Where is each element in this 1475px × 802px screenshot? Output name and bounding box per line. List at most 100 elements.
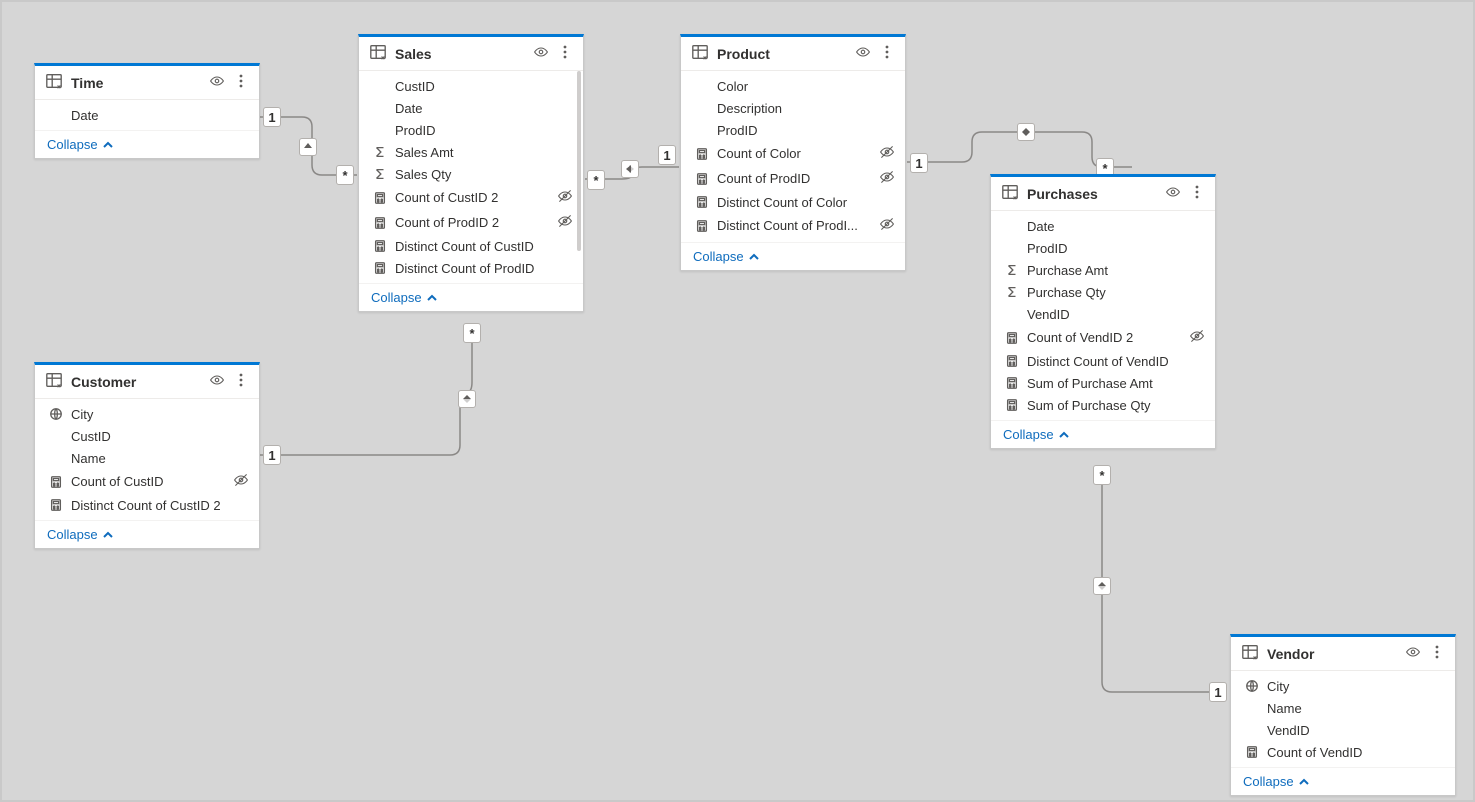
field-row[interactable]: City xyxy=(35,403,259,425)
field-type-icon xyxy=(695,171,709,187)
more-options-icon[interactable] xyxy=(1429,644,1445,663)
field-row[interactable]: Distinct Count of VendID xyxy=(991,350,1215,372)
visibility-icon[interactable] xyxy=(209,73,225,92)
table-time[interactable]: TimeDateCollapse xyxy=(34,63,260,159)
collapse-button[interactable]: Collapse xyxy=(681,242,905,270)
field-row[interactable]: Distinct Count of ProdI... xyxy=(681,213,905,238)
table-vendor[interactable]: VendorCityNameVendIDCount of VendIDColla… xyxy=(1230,634,1456,796)
more-options-icon[interactable] xyxy=(557,44,573,63)
table-sales[interactable]: SalesCustIDDateProdIDSales AmtSales QtyC… xyxy=(358,34,584,312)
cardinality-many: * xyxy=(587,170,605,190)
collapse-label: Collapse xyxy=(371,290,422,305)
table-scrollbar[interactable] xyxy=(577,71,581,251)
field-label: Distinct Count of CustID 2 xyxy=(71,498,225,513)
field-label: ProdID xyxy=(1027,241,1181,256)
collapse-button[interactable]: Collapse xyxy=(1231,767,1455,795)
field-label: Date xyxy=(71,108,225,123)
hidden-icon xyxy=(233,472,249,491)
more-options-icon[interactable] xyxy=(233,73,249,92)
field-row[interactable]: Name xyxy=(35,447,259,469)
field-row[interactable]: Distinct Count of CustID xyxy=(359,235,583,257)
field-label: Date xyxy=(1027,219,1181,234)
field-type-icon xyxy=(1005,330,1019,346)
more-options-icon[interactable] xyxy=(1189,184,1205,203)
field-label: ProdID xyxy=(717,123,871,138)
field-row[interactable]: Name xyxy=(1231,697,1455,719)
field-label: Purchase Qty xyxy=(1027,285,1181,300)
collapse-button[interactable]: Collapse xyxy=(35,520,259,548)
field-row[interactable]: Color xyxy=(681,75,905,97)
model-view-canvas[interactable]: 1 * 1 * 1 * 1 * * 1 TimeDateCollapse Sal… xyxy=(0,0,1475,802)
table-icon xyxy=(369,43,387,64)
field-row[interactable]: City xyxy=(1231,675,1455,697)
cardinality-one: 1 xyxy=(658,145,676,165)
field-type-icon xyxy=(1005,262,1019,278)
field-label: Date xyxy=(395,101,549,116)
field-row[interactable]: CustID xyxy=(35,425,259,447)
field-row[interactable]: ProdID xyxy=(359,119,583,141)
field-row[interactable]: Sum of Purchase Qty xyxy=(991,394,1215,416)
field-row[interactable]: Count of VendID 2 xyxy=(991,325,1215,350)
table-product[interactable]: ProductColorDescriptionProdIDCount of Co… xyxy=(680,34,906,271)
table-customer[interactable]: CustomerCityCustIDNameCount of CustIDDis… xyxy=(34,362,260,549)
field-row[interactable]: Count of Color xyxy=(681,141,905,166)
field-row[interactable]: VendID xyxy=(1231,719,1455,741)
field-row[interactable]: ProdID xyxy=(991,237,1215,259)
field-row[interactable]: Count of ProdID xyxy=(681,166,905,191)
field-row[interactable]: Count of ProdID 2 xyxy=(359,210,583,235)
field-row[interactable]: Date xyxy=(35,104,259,126)
field-row[interactable]: Distinct Count of ProdID xyxy=(359,257,583,279)
hidden-icon xyxy=(879,169,895,188)
visibility-icon[interactable] xyxy=(1405,644,1421,663)
collapse-button[interactable]: Collapse xyxy=(991,420,1215,448)
field-row[interactable]: Sales Amt xyxy=(359,141,583,163)
collapse-button[interactable]: Collapse xyxy=(359,283,583,311)
field-row[interactable]: VendID xyxy=(991,303,1215,325)
field-label: Name xyxy=(71,451,225,466)
field-label: Count of Color xyxy=(717,146,871,161)
field-type-icon xyxy=(1005,397,1019,413)
field-label: Distinct Count of CustID xyxy=(395,239,549,254)
field-label: Count of ProdID 2 xyxy=(395,215,549,230)
field-row[interactable]: Purchase Amt xyxy=(991,259,1215,281)
collapse-label: Collapse xyxy=(47,137,98,152)
field-row[interactable]: Distinct Count of Color xyxy=(681,191,905,213)
field-row[interactable]: Description xyxy=(681,97,905,119)
field-type-icon xyxy=(373,190,387,206)
hidden-icon xyxy=(1189,328,1205,347)
field-row[interactable]: Purchase Qty xyxy=(991,281,1215,303)
field-row[interactable]: Distinct Count of CustID 2 xyxy=(35,494,259,516)
cardinality-one: 1 xyxy=(263,445,281,465)
visibility-icon[interactable] xyxy=(855,44,871,63)
field-label: Count of VendID 2 xyxy=(1027,330,1181,345)
visibility-icon[interactable] xyxy=(533,44,549,63)
field-type-icon xyxy=(49,474,63,490)
collapse-button[interactable]: Collapse xyxy=(35,130,259,158)
field-label: City xyxy=(71,407,225,422)
visibility-icon[interactable] xyxy=(209,372,225,391)
field-label: City xyxy=(1267,679,1421,694)
field-label: Sales Amt xyxy=(395,145,549,160)
more-options-icon[interactable] xyxy=(233,372,249,391)
field-row[interactable]: Count of VendID xyxy=(1231,741,1455,763)
field-row[interactable]: ProdID xyxy=(681,119,905,141)
visibility-icon[interactable] xyxy=(1165,184,1181,203)
field-label: Count of ProdID xyxy=(717,171,871,186)
field-row[interactable]: Count of CustID xyxy=(35,469,259,494)
field-row[interactable]: CustID xyxy=(359,75,583,97)
field-row[interactable]: Sum of Purchase Amt xyxy=(991,372,1215,394)
field-type-icon xyxy=(49,406,63,422)
more-options-icon[interactable] xyxy=(879,44,895,63)
field-row[interactable]: Count of CustID 2 xyxy=(359,185,583,210)
field-row[interactable]: Sales Qty xyxy=(359,163,583,185)
table-icon xyxy=(45,72,63,93)
table-icon xyxy=(1241,643,1259,664)
field-type-icon xyxy=(695,218,709,234)
hidden-icon xyxy=(879,144,895,163)
field-row[interactable]: Date xyxy=(359,97,583,119)
field-row[interactable]: Date xyxy=(991,215,1215,237)
field-label: Distinct Count of VendID xyxy=(1027,354,1181,369)
table-purchases[interactable]: PurchasesDateProdIDPurchase AmtPurchase … xyxy=(990,174,1216,449)
field-type-icon xyxy=(373,144,387,160)
filter-direction-icon xyxy=(621,160,639,178)
